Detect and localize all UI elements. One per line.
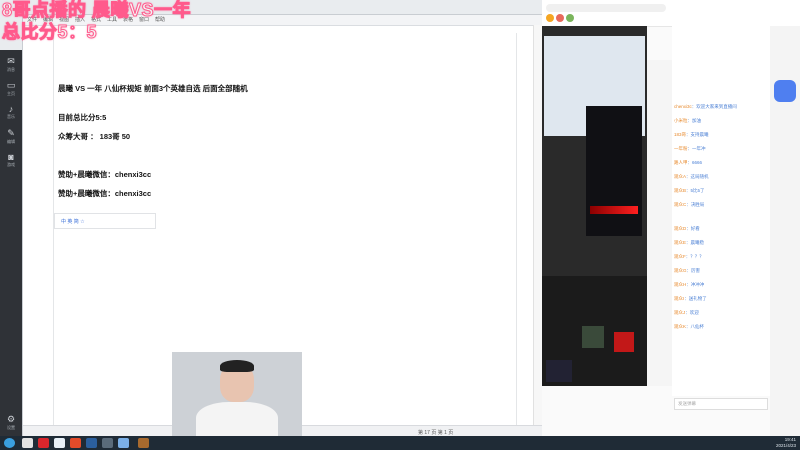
game-panel [586, 106, 642, 236]
chat-message: 小米粒：加油 [674, 118, 701, 123]
avatar[interactable] [566, 14, 574, 22]
app-icon[interactable] [102, 438, 113, 448]
chat-message: chenxi3c：欢迎大家来到直播间 [674, 104, 737, 109]
chat-message: 观众D：好看 [674, 226, 700, 231]
chat-message: 观众F：？？？ [674, 254, 704, 259]
streamer-avatars [546, 14, 606, 22]
chat-message: 观众E：晨曦稳 [674, 240, 705, 245]
chat-message: 路人甲：6666 [674, 160, 703, 165]
chat-message: 观众H：冲冲冲 [674, 282, 705, 287]
chat-panel[interactable]: chenxi3c：欢迎大家来到直播间 小米粒：加油 183哥：支持晨曦 一年粉：… [672, 26, 770, 410]
unit-icon[interactable] [582, 326, 604, 348]
chat-input[interactable]: 发送弹幕 [674, 398, 768, 410]
browser-window: chenxi3c：欢迎大家来到直播间 小米粒：加油 183哥：支持晨曦 一年粉：… [542, 0, 800, 436]
chat-message: 观众A：这局随机 [674, 174, 709, 179]
app-icon[interactable] [118, 438, 129, 448]
system-clock[interactable]: 19:41 2021/4/23 [776, 437, 796, 449]
avatar[interactable] [556, 14, 564, 22]
music-icon: ♪ [8, 104, 14, 114]
avatar[interactable] [546, 14, 554, 22]
taskbar: 19:41 2021/4/23 [0, 436, 800, 450]
chat-message: 观众G：厉害 [674, 268, 701, 273]
minimap-icon[interactable] [546, 360, 572, 382]
app-icon[interactable] [38, 438, 49, 448]
address-bar[interactable] [546, 4, 666, 12]
overlay-score: 总比分5：5 [1, 22, 98, 43]
nav-item-messages[interactable]: ✉ 消息 [2, 56, 20, 76]
nav-item-music[interactable]: ♪ 音乐 [2, 104, 20, 124]
chat-message: 观众J：欢迎 [674, 310, 699, 315]
chat-message: 观众B：5比5了 [674, 188, 705, 193]
doc-line-match: 晨曦 VS 一年 八仙杯规矩 前面3个英雄自选 后面全部随机 [58, 84, 248, 93]
app-icon[interactable] [86, 438, 97, 448]
app-icon[interactable] [22, 438, 33, 448]
doc-line-sponsor-2: 赞助+晨曦微信：chenxi3cc [58, 189, 152, 198]
chat-message: 一年粉：一年冲 [674, 146, 706, 151]
game-hud [542, 276, 647, 386]
chat-message: 观众K：八仙杯 [674, 324, 705, 329]
game-stream-view[interactable] [542, 26, 647, 386]
volume-bars [590, 206, 638, 214]
app-icon[interactable] [70, 438, 81, 448]
nav-item-edit[interactable]: ✎ 编辑 [2, 128, 20, 148]
gear-icon: ⚙ [6, 414, 16, 424]
plus-icon[interactable] [614, 332, 634, 352]
chat-message: 观众C：决胜局 [674, 202, 705, 207]
pencil-icon: ✎ [7, 128, 15, 138]
gamepad-icon: ◙ [8, 152, 14, 162]
app-icon[interactable] [54, 438, 65, 448]
hair [220, 360, 254, 372]
overlay-title: 8哥点播的 晨曦VS一年 [1, 0, 192, 21]
doc-line-score: 目前总比分5:5 [58, 113, 107, 122]
app-icon[interactable] [138, 438, 149, 448]
browser-toolbar [542, 0, 800, 27]
nav-item-home[interactable]: ▭ 主页 [2, 80, 20, 100]
chat-message: 观众I：送礼物了 [674, 296, 707, 301]
left-nav: ✉ 消息 ▭ 主页 ♪ 音乐 ✎ 编辑 ◙ 游戏 ⚙ 设置 [0, 50, 22, 436]
stream-sidebar [647, 60, 672, 386]
right-sidebar [770, 26, 800, 436]
home-icon: ▭ [6, 80, 16, 90]
event-badge-icon[interactable] [774, 80, 796, 102]
chat-message: 183哥：支持晨曦 [674, 132, 709, 137]
webcam-feed [172, 352, 302, 436]
shirt [196, 402, 278, 436]
doc-line-crowdfund: 众筹大哥 ： 183哥 50 [58, 132, 131, 141]
doc-line-sponsor-1: 赞助+晨曦微信：chenxi3cc [58, 170, 152, 179]
nav-item-game[interactable]: ◙ 游戏 [2, 152, 20, 172]
mail-icon: ✉ [7, 56, 15, 66]
ime-toolbar[interactable]: 中 英 简 ☆ [54, 213, 156, 229]
start-icon[interactable] [4, 438, 15, 448]
nav-item-settings[interactable]: ⚙ 设置 [2, 414, 20, 434]
